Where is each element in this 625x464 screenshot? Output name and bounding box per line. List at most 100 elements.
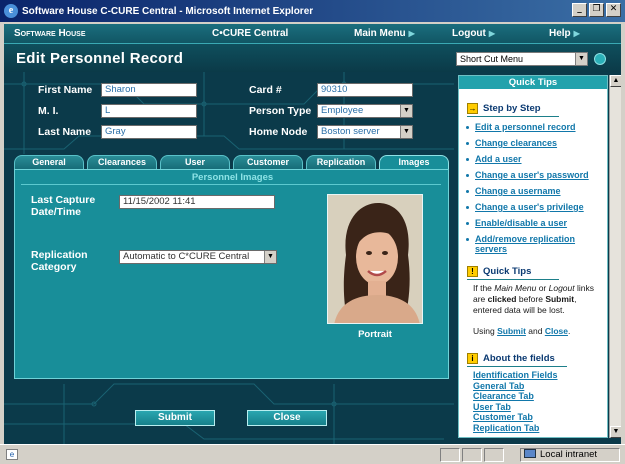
zone-label: Local intranet [540, 449, 598, 460]
middle-initial-field[interactable]: L [101, 104, 197, 118]
go-icon[interactable] [594, 53, 606, 65]
close-button[interactable]: Close [247, 410, 327, 426]
step-link-add-user[interactable]: Add a user [475, 154, 522, 164]
close-window-icon[interactable]: ✕ [606, 3, 621, 17]
bullet-icon [466, 126, 469, 129]
logout-label: Logout [452, 28, 486, 39]
page-header: Edit Personnel Record Short Cut Menu ▼ [4, 44, 621, 72]
bullet-icon [466, 142, 469, 145]
main-menu-label: Main Menu [354, 28, 406, 39]
shortcut-menu-select[interactable]: Short Cut Menu ▼ [456, 52, 588, 66]
last-capture-label: Last Capture Date/Time [31, 194, 96, 218]
brand-label: Software House [14, 28, 86, 39]
status-cell [462, 448, 482, 462]
replication-category-label: Replication Category [31, 249, 88, 273]
about-fields-title: About the fields [483, 353, 555, 364]
status-cell [484, 448, 504, 462]
divider [21, 184, 441, 185]
app-name: C•CURE Central [212, 28, 289, 39]
first-name-field[interactable]: Sharon [101, 83, 197, 97]
step-link-enable-disable-user[interactable]: Enable/disable a user [475, 218, 567, 228]
bullet-icon [466, 238, 469, 241]
shortcut-menu-value: Short Cut Menu [460, 54, 524, 64]
step-link-replication-servers[interactable]: Add/remove replication [475, 234, 575, 244]
status-bar: e Local intranet [0, 444, 625, 464]
page-title: Edit Personnel Record [16, 50, 184, 67]
tab-customer[interactable]: Customer [233, 155, 303, 169]
last-name-label: Last Name [38, 126, 92, 138]
field-link-general[interactable]: General Tab [473, 381, 524, 392]
tab-user[interactable]: User [160, 155, 230, 169]
arrow-right-icon: ▶ [488, 29, 496, 38]
window-title: Software House C-CURE Central - Microsof… [22, 5, 314, 17]
divider [467, 279, 559, 280]
bullet-icon [466, 222, 469, 225]
quick-tips-sidebar: Quick Tips → Step by Step Edit a personn… [458, 75, 608, 438]
tab-replication[interactable]: Replication [306, 155, 376, 169]
step-link-replication-servers-cont[interactable]: servers [475, 244, 507, 254]
step-link-change-password[interactable]: Change a user's password [475, 170, 589, 180]
card-number-field[interactable]: 90310 [317, 83, 413, 97]
field-link-identification[interactable]: Identification Fields [473, 370, 558, 381]
restore-icon[interactable]: ❐ [589, 3, 604, 17]
first-name-label: First Name [38, 84, 93, 96]
field-link-replication[interactable]: Replication Tab [473, 423, 539, 434]
portrait-photo [327, 194, 423, 324]
home-node-select[interactable]: Boston server ▼ [317, 125, 413, 139]
scroll-up-icon[interactable]: ▲ [610, 75, 621, 87]
logout-link[interactable]: Logout ▶ [452, 24, 495, 44]
last-capture-field[interactable]: 11/15/2002 11:41 [119, 195, 275, 209]
help-label: Help [549, 28, 571, 39]
app-area: Software House C•CURE Central Main Menu ▶… [4, 24, 621, 444]
tab-strip: General Clearances User Customer Replica… [14, 155, 452, 169]
help-link[interactable]: Help ▶ [549, 24, 580, 44]
using-text: Using Submit and Close. [473, 326, 571, 336]
bullet-icon [466, 190, 469, 193]
last-name-field[interactable]: Gray [101, 125, 197, 139]
field-link-user[interactable]: User Tab [473, 402, 511, 413]
step-link-edit-record[interactable]: Edit a personnel record [475, 122, 576, 132]
tips-text: If the Main Menu or Logout links are cli… [473, 283, 594, 315]
replication-category-select[interactable]: Automatic to C*CURE Central ▼ [119, 250, 277, 264]
step-link-change-clearances[interactable]: Change clearances [475, 138, 557, 148]
quick-tips-title: Quick Tips [483, 266, 532, 277]
close-help-link[interactable]: Close [545, 326, 568, 336]
ie-logo-icon: e [4, 4, 18, 18]
bullet-icon [466, 206, 469, 209]
window-title-bar: e Software House C-CURE Central - Micros… [0, 0, 625, 22]
sidebar-header: Quick Tips [459, 76, 607, 89]
step-link-change-username[interactable]: Change a username [475, 186, 561, 196]
security-zone: Local intranet [524, 448, 597, 462]
arrow-right-icon: ▶ [408, 29, 415, 38]
arrow-right-icon: ▶ [573, 29, 580, 38]
card-label: Card # [249, 84, 282, 96]
portrait-image [328, 195, 422, 323]
page-status-icon: e [6, 449, 18, 460]
field-link-customer[interactable]: Customer Tab [473, 412, 533, 423]
step-link-change-privilege[interactable]: Change a user's privilege [475, 202, 584, 212]
vertical-scrollbar[interactable]: ▲ ▼ [609, 75, 621, 438]
tab-general[interactable]: General [14, 155, 84, 169]
tab-clearances[interactable]: Clearances [87, 155, 157, 169]
mi-label: M. I. [38, 105, 59, 117]
chevron-down-icon[interactable]: ▼ [264, 251, 276, 263]
field-link-clearance[interactable]: Clearance Tab [473, 391, 534, 402]
tab-images[interactable]: Images [379, 155, 449, 169]
intranet-icon [524, 449, 536, 458]
divider [467, 116, 559, 117]
info-icon: i [467, 353, 478, 364]
images-panel: Personnel Images Last Capture Date/Time … [14, 169, 449, 379]
person-type-select[interactable]: Employee ▼ [317, 104, 413, 118]
home-node-value: Boston server [321, 126, 380, 137]
minimize-icon[interactable]: _ [572, 3, 587, 17]
submit-button[interactable]: Submit [135, 410, 215, 426]
chevron-down-icon[interactable]: ▼ [400, 126, 412, 138]
replication-category-value: Automatic to C*CURE Central [123, 251, 250, 262]
chevron-down-icon[interactable]: ▼ [575, 53, 587, 65]
chevron-down-icon[interactable]: ▼ [400, 105, 412, 117]
submit-help-link[interactable]: Submit [497, 326, 526, 336]
main-menu-link[interactable]: Main Menu ▶ [354, 24, 415, 44]
divider [467, 366, 567, 367]
scroll-down-icon[interactable]: ▼ [610, 426, 621, 438]
home-node-label: Home Node [249, 126, 308, 138]
